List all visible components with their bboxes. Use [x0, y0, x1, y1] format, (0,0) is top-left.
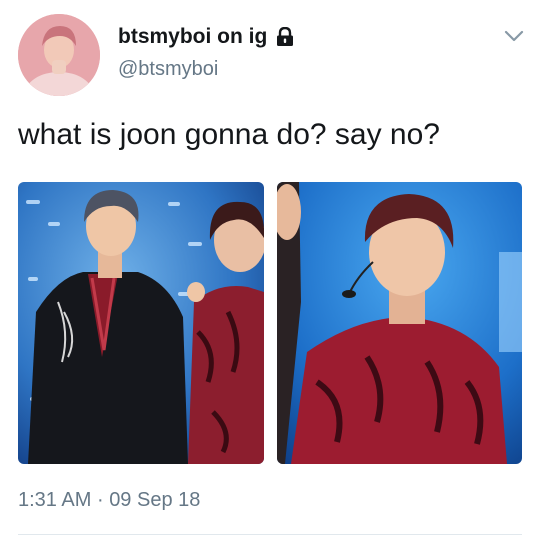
- display-name: btsmyboi on ig: [118, 25, 268, 48]
- photo-right-image: [277, 182, 522, 464]
- user-handle[interactable]: @btsmyboi: [118, 58, 218, 81]
- divider: [18, 534, 522, 535]
- tweet-time: 1:31 AM: [18, 489, 92, 511]
- photo-left-image: [18, 182, 264, 464]
- photo-left[interactable]: [18, 182, 264, 464]
- meta-separator: ·: [96, 489, 104, 511]
- avatar[interactable]: [18, 14, 100, 96]
- avatar-image: [18, 14, 100, 96]
- tweet-text: what is joon gonna do? say no?: [18, 118, 440, 151]
- photo-right[interactable]: [277, 182, 522, 464]
- tweet-timestamp[interactable]: 1:31 AM · 09 Sep 18: [18, 489, 200, 512]
- tweet-date: 09 Sep 18: [109, 489, 201, 511]
- display-name-row[interactable]: btsmyboi on ig: [118, 25, 295, 49]
- lock-icon: [277, 27, 294, 46]
- chevron-down-icon[interactable]: [503, 28, 525, 44]
